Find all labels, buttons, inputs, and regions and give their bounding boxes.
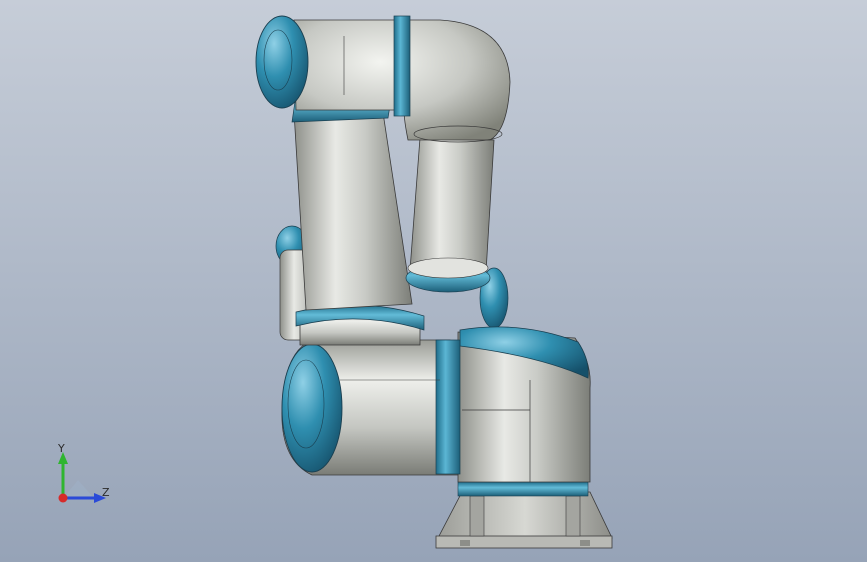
graphics-viewport[interactable]: Y Z <box>0 0 867 562</box>
robot-base[interactable] <box>435 481 613 549</box>
shoulder-block[interactable] <box>457 326 591 483</box>
y-axis-label: Y <box>58 442 65 455</box>
robot-arm-model[interactable] <box>0 0 867 562</box>
forearm-link[interactable] <box>405 137 495 293</box>
lower-arm-link[interactable] <box>281 339 461 476</box>
triad-origin <box>58 493 68 503</box>
elbow-joint[interactable] <box>295 304 425 346</box>
z-axis-label: Z <box>102 486 110 499</box>
x-axis-hint <box>65 480 92 496</box>
